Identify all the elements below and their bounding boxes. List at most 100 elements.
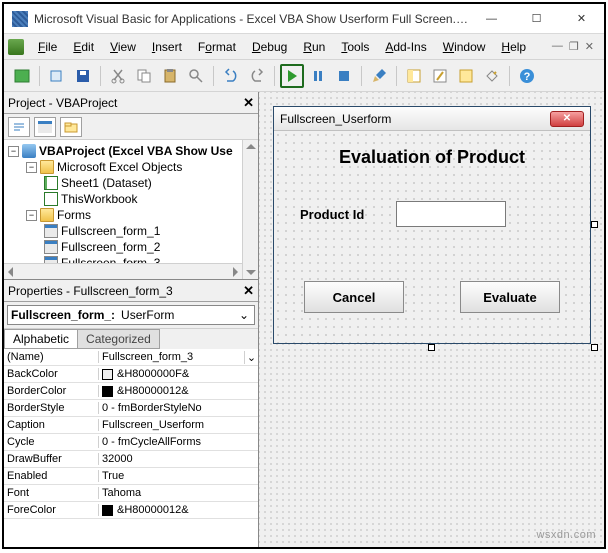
property-row[interactable]: Cycle0 - fmCycleAllForms [4, 434, 258, 451]
mdi-restore-icon[interactable]: ❐ [569, 40, 579, 53]
design-mode-button[interactable] [367, 64, 391, 88]
properties-window-button[interactable] [428, 64, 452, 88]
evaluate-button[interactable]: Evaluate [460, 281, 560, 313]
tab-categorized[interactable]: Categorized [77, 329, 160, 349]
toolbox-button[interactable] [480, 64, 504, 88]
tree-folder-forms[interactable]: −Forms [6, 207, 256, 223]
userform-caption: Fullscreen_Userform [280, 112, 550, 126]
property-value[interactable]: Tahoma [99, 487, 258, 499]
menu-window[interactable]: Window [435, 38, 494, 56]
property-value[interactable]: True [99, 470, 258, 482]
menu-format[interactable]: Format [190, 38, 244, 56]
product-id-label[interactable]: Product Id [300, 207, 364, 222]
property-row[interactable]: FontTahoma [4, 485, 258, 502]
undo-button[interactable] [219, 64, 243, 88]
redo-button[interactable] [245, 64, 269, 88]
properties-pane-title: Properties - Fullscreen_form_3 [8, 284, 243, 298]
tree-folder-objects[interactable]: −Microsoft Excel Objects [6, 159, 256, 175]
userform-titlebar: Fullscreen_Userform ✕ [274, 107, 590, 131]
cancel-button[interactable]: Cancel [304, 281, 404, 313]
property-value[interactable]: &H8000000F& [99, 368, 258, 380]
menu-edit[interactable]: Edit [65, 38, 102, 56]
mdi-close-icon[interactable]: ✕ [585, 40, 594, 53]
project-explorer-button[interactable] [402, 64, 426, 88]
tree-form1[interactable]: Fullscreen_form_1 [6, 223, 256, 239]
menu-help[interactable]: Help [493, 38, 534, 56]
property-value[interactable]: Fullscreen_form_3 [99, 351, 244, 363]
cut-button[interactable] [106, 64, 130, 88]
run-button[interactable] [280, 64, 304, 88]
tree-sheet1[interactable]: Sheet1 (Dataset) [6, 175, 256, 191]
view-code-button[interactable] [8, 117, 30, 137]
property-row[interactable]: BackColor&H8000000F& [4, 366, 258, 383]
property-value[interactable]: Fullscreen_Userform [99, 419, 258, 431]
properties-pane-header: Properties - Fullscreen_form_3 ✕ [4, 280, 258, 302]
tree-root-project[interactable]: −VBAProject (Excel VBA Show Use [6, 143, 256, 159]
property-value[interactable]: &H80000012& [99, 504, 258, 516]
color-swatch [102, 505, 113, 516]
view-excel-button[interactable] [10, 64, 34, 88]
insert-item-button[interactable] [45, 64, 69, 88]
mdi-minimize-icon[interactable]: — [552, 40, 563, 53]
userform-title-label[interactable]: Evaluation of Product [274, 147, 590, 168]
window-title: Microsoft Visual Basic for Applications … [34, 12, 469, 26]
property-value[interactable]: 32000 [99, 453, 258, 465]
app-icon [12, 11, 28, 27]
property-row[interactable]: BorderColor&H80000012& [4, 383, 258, 400]
tree-thisworkbook[interactable]: ThisWorkbook [6, 191, 256, 207]
userform-close-icon[interactable]: ✕ [550, 111, 584, 127]
properties-object-combo[interactable]: Fullscreen_form_: UserForm ⌄ [7, 305, 255, 325]
maximize-button[interactable]: ☐ [514, 4, 559, 34]
minimize-button[interactable]: — [469, 4, 514, 34]
property-value[interactable]: &H80000012& [99, 385, 258, 397]
break-button[interactable] [306, 64, 330, 88]
property-value[interactable]: 0 - fmCycleAllForms [99, 436, 258, 448]
product-id-input[interactable] [396, 201, 506, 227]
properties-grid[interactable]: (Name)Fullscreen_form_3⌄BackColor&H80000… [4, 349, 258, 547]
menu-run[interactable]: Run [295, 38, 333, 56]
project-tree[interactable]: −VBAProject (Excel VBA Show Use −Microso… [4, 140, 258, 280]
menu-addins[interactable]: Add-Ins [377, 38, 434, 56]
properties-pane-close-icon[interactable]: ✕ [243, 283, 254, 299]
close-button[interactable]: ✕ [559, 4, 604, 34]
object-browser-button[interactable] [454, 64, 478, 88]
menu-debug[interactable]: Debug [244, 38, 295, 56]
property-name: Caption [4, 419, 99, 431]
svg-text:?: ? [524, 71, 531, 83]
property-row[interactable]: (Name)Fullscreen_form_3⌄ [4, 349, 258, 366]
property-value[interactable]: 0 - fmBorderStyleNo [99, 402, 258, 414]
reset-button[interactable] [332, 64, 356, 88]
paste-button[interactable] [158, 64, 182, 88]
project-pane-close-icon[interactable]: ✕ [243, 95, 254, 111]
menu-tools[interactable]: Tools [333, 38, 377, 56]
menu-view[interactable]: View [102, 38, 144, 56]
view-object-button[interactable] [34, 117, 56, 137]
find-button[interactable] [184, 64, 208, 88]
property-row[interactable]: DrawBuffer32000 [4, 451, 258, 468]
tab-alphabetic[interactable]: Alphabetic [4, 329, 78, 349]
resize-handle[interactable] [428, 344, 435, 351]
window-titlebar: Microsoft Visual Basic for Applications … [4, 4, 604, 34]
property-name: BorderColor [4, 385, 99, 397]
property-name: DrawBuffer [4, 453, 99, 465]
property-row[interactable]: ForeColor&H80000012& [4, 502, 258, 519]
toolbar: ? [4, 60, 604, 92]
tree-form2[interactable]: Fullscreen_form_2 [6, 239, 256, 255]
save-button[interactable] [71, 64, 95, 88]
chevron-down-icon: ⌄ [237, 308, 251, 322]
menu-insert[interactable]: Insert [144, 38, 190, 56]
resize-handle[interactable] [591, 221, 598, 228]
property-row[interactable]: CaptionFullscreen_Userform [4, 417, 258, 434]
resize-handle[interactable] [591, 344, 598, 351]
userform[interactable]: Fullscreen_Userform ✕ Evaluation of Prod… [273, 106, 591, 344]
property-row[interactable]: BorderStyle0 - fmBorderStyleNo [4, 400, 258, 417]
toggle-folders-button[interactable] [60, 117, 82, 137]
property-row[interactable]: EnabledTrue [4, 468, 258, 485]
form-designer[interactable]: Fullscreen_Userform ✕ Evaluation of Prod… [259, 92, 604, 547]
property-name: Cycle [4, 436, 99, 448]
tree-vscrollbar[interactable] [242, 140, 258, 279]
copy-button[interactable] [132, 64, 156, 88]
help-button[interactable]: ? [515, 64, 539, 88]
tree-hscrollbar[interactable] [4, 263, 242, 279]
menu-file[interactable]: File [30, 38, 65, 56]
